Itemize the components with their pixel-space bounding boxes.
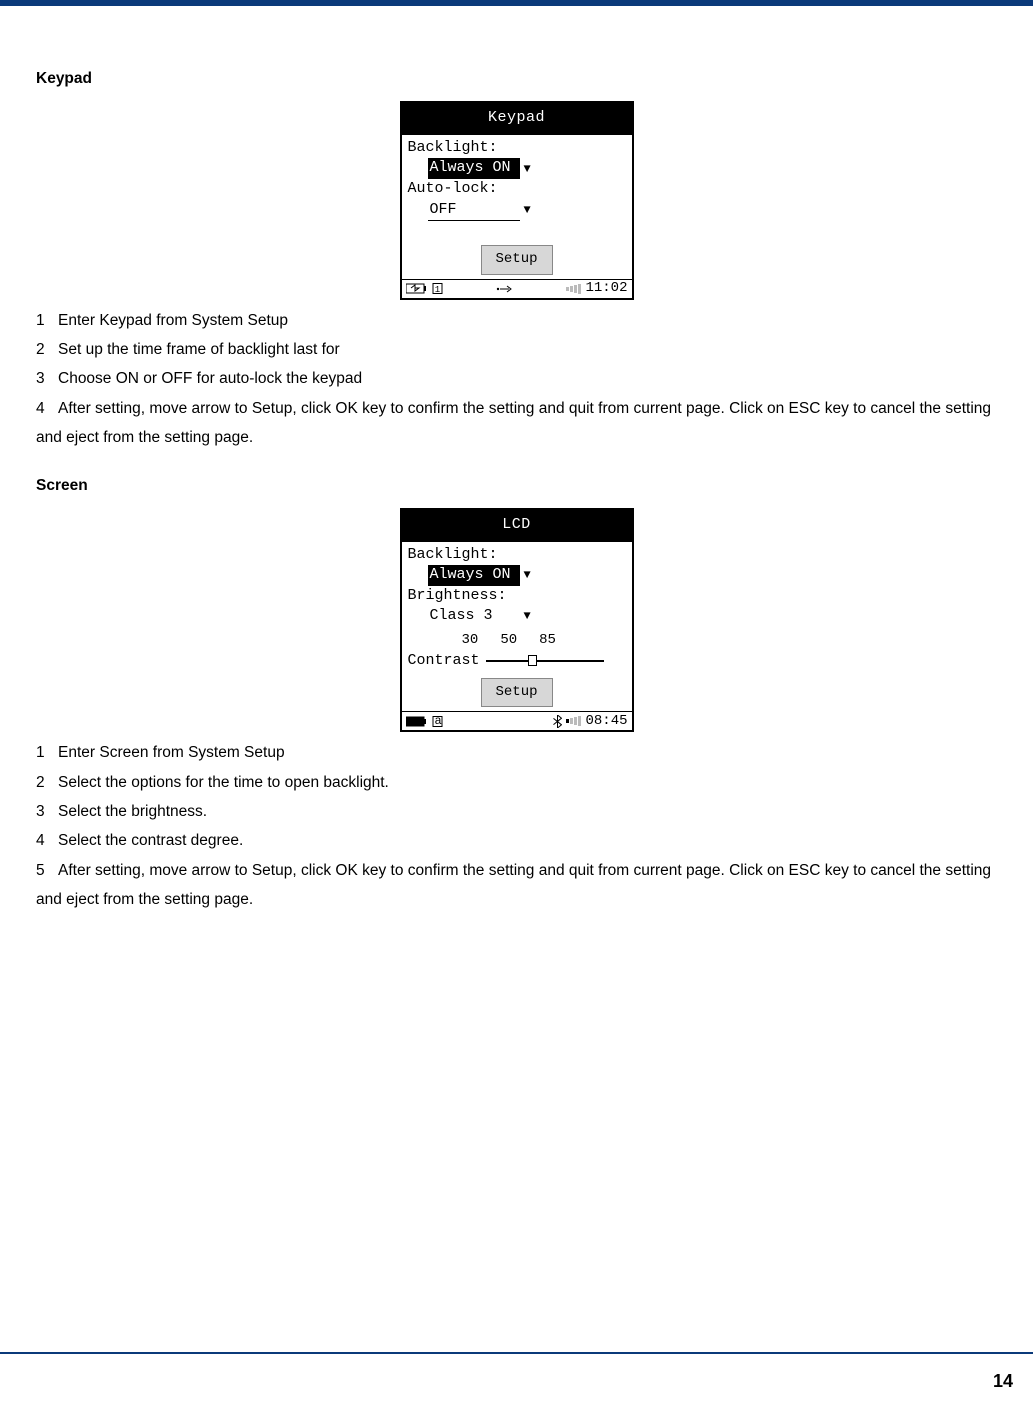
step-num: 2: [36, 768, 58, 797]
step-text: Choose ON or OFF for auto-lock the keypa…: [58, 370, 362, 387]
autolock-combo[interactable]: OFF ▼: [428, 200, 531, 221]
step-text: Select the contrast degree.: [58, 832, 243, 849]
step-num: 4: [36, 394, 58, 423]
svg-text:1: 1: [434, 285, 439, 294]
step-num: 1: [36, 738, 58, 767]
backlight-value: Always ON: [428, 158, 520, 179]
step-num: 1: [36, 306, 58, 335]
brightness-value: Class 3: [428, 606, 520, 626]
lcd-title: LCD: [402, 510, 632, 542]
backlight-combo[interactable]: Always ON ▼: [428, 158, 531, 179]
signal-icon: [566, 716, 581, 726]
step-num: 2: [36, 335, 58, 364]
step-text: After setting, move arrow to Setup, clic…: [36, 862, 991, 908]
chevron-down-icon: ▼: [524, 202, 531, 218]
status-time: 11:02: [585, 275, 627, 302]
setup-button[interactable]: Setup: [481, 245, 553, 275]
header-rule: [0, 0, 1033, 6]
bluetooth-icon: [553, 715, 562, 728]
signal-icon: [566, 284, 581, 294]
contrast-ticks: 30 50 85: [462, 627, 626, 654]
screen-steps: 1Enter Screen from System Setup 2Select …: [36, 738, 997, 915]
step-text: Enter Screen from System Setup: [58, 744, 285, 761]
setup-button[interactable]: Setup: [481, 678, 553, 708]
backlight-label: Backlight:: [408, 138, 626, 158]
step-num: 3: [36, 797, 58, 826]
battery-full-icon: [406, 716, 428, 727]
slider-thumb[interactable]: [528, 655, 537, 666]
lcd-title: Keypad: [402, 103, 632, 135]
contrast-slider[interactable]: [486, 660, 604, 662]
battery-charging-icon: [406, 283, 428, 294]
brightness-combo[interactable]: Class 3 ▼: [428, 606, 531, 626]
step-num: 4: [36, 826, 58, 855]
footer-rule: [0, 1352, 1033, 1354]
tick-label: 30: [462, 627, 479, 654]
status-time: 08:45: [585, 708, 627, 735]
keypad-steps: 1Enter Keypad from System Setup 2Set up …: [36, 306, 997, 453]
step-text: Set up the time frame of backlight last …: [58, 341, 340, 358]
step-num: 3: [36, 364, 58, 393]
page-number: 14: [993, 1371, 1013, 1392]
tick-label: 50: [500, 627, 517, 654]
sync-icon: [495, 284, 513, 294]
backlight-label: Backlight:: [408, 545, 626, 565]
step-text: Select the options for the time to open …: [58, 774, 389, 791]
contrast-label: Contrast: [408, 651, 480, 671]
step-text: After setting, move arrow to Setup, clic…: [36, 400, 991, 446]
sim-1-icon: 1: [432, 283, 443, 294]
step-num: 5: [36, 856, 58, 885]
backlight-combo[interactable]: Always ON ▼: [428, 565, 531, 586]
chevron-down-icon: ▼: [524, 567, 531, 583]
chevron-down-icon: ▼: [524, 161, 531, 177]
section-heading-screen: Screen: [36, 471, 997, 500]
autolock-label: Auto-lock:: [408, 179, 626, 199]
section-heading-keypad: Keypad: [36, 64, 997, 93]
chevron-down-icon: ▼: [524, 608, 531, 624]
step-text: Select the brightness.: [58, 803, 207, 820]
input-mode-label: a: [435, 710, 442, 733]
tick-label: 85: [539, 627, 556, 654]
brightness-label: Brightness:: [408, 586, 626, 606]
autolock-value: OFF: [428, 200, 520, 221]
figure-keypad: Keypad Backlight: Always ON ▼ Auto-lock:…: [36, 101, 997, 299]
step-text: Enter Keypad from System Setup: [58, 312, 288, 329]
backlight-value: Always ON: [428, 565, 520, 586]
figure-screen: LCD Backlight: Always ON ▼ Brightness: C…: [36, 508, 997, 732]
